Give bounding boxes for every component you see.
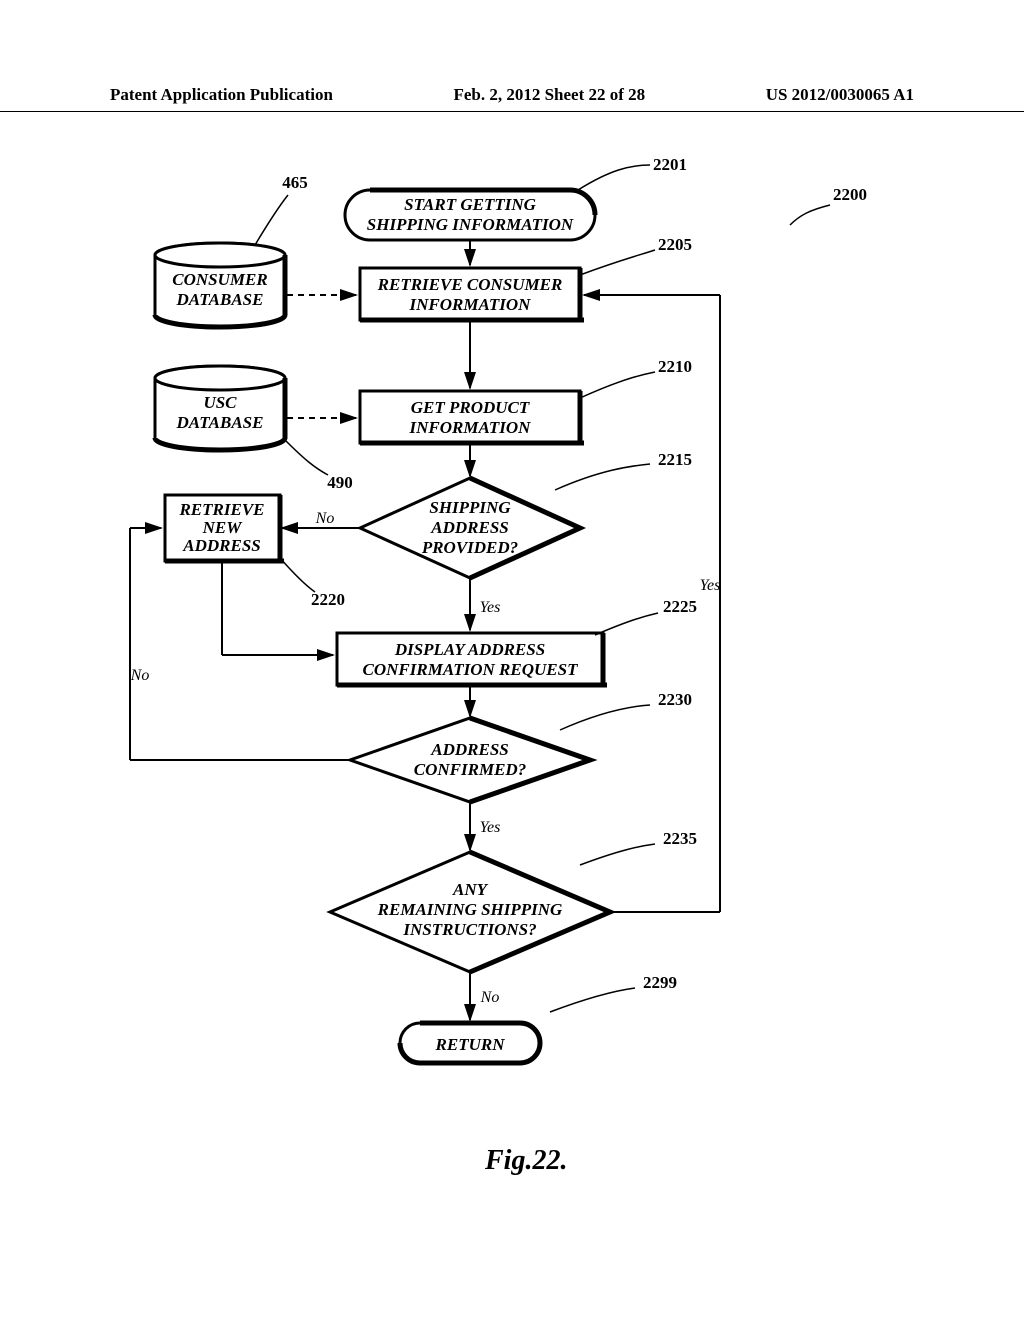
svg-text:CONFIRMATION REQUEST: CONFIRMATION REQUEST	[363, 660, 579, 679]
svg-text:ADDRESS: ADDRESS	[182, 536, 260, 555]
edge-no-1: No	[315, 510, 335, 527]
svg-text:RETRIEVE CONSUMER: RETRIEVE CONSUMER	[377, 275, 563, 294]
ref-2215: 2215	[658, 450, 692, 469]
svg-text:ADDRESS: ADDRESS	[430, 518, 508, 537]
node-retrieve-consumer: RETRIEVE CONSUMER INFORMATION	[360, 268, 584, 320]
ref-2200: 2200	[833, 185, 867, 204]
node-consumer-db: CONSUMER DATABASE	[155, 243, 285, 327]
edge-yes-2: Yes	[480, 819, 501, 836]
ref-2201: 2201	[653, 155, 687, 174]
svg-text:RETRIEVE: RETRIEVE	[178, 500, 264, 519]
header-center: Feb. 2, 2012 Sheet 22 of 28	[453, 85, 645, 105]
node-usc-db: USC DATABASE	[155, 366, 285, 450]
header-left: Patent Application Publication	[110, 85, 333, 105]
ref-2299: 2299	[643, 973, 677, 992]
header-right: US 2012/0030065 A1	[766, 85, 914, 105]
node-address-confirmed: ADDRESS CONFIRMED?	[350, 718, 590, 802]
edge-no-2: No	[130, 667, 150, 684]
svg-text:SHIPPING INFORMATION: SHIPPING INFORMATION	[367, 215, 574, 234]
figure-caption: Fig.22.	[485, 1145, 567, 1177]
svg-text:USC: USC	[203, 393, 237, 412]
node-display-confirmation: DISPLAY ADDRESS CONFIRMATION REQUEST	[337, 633, 607, 685]
svg-text:NEW: NEW	[202, 518, 244, 537]
svg-text:DISPLAY ADDRESS: DISPLAY ADDRESS	[394, 640, 545, 659]
svg-text:RETURN: RETURN	[435, 1035, 506, 1054]
svg-text:PROVIDED?: PROVIDED?	[421, 538, 518, 557]
node-retrieve-new-address: RETRIEVE NEW ADDRESS	[165, 495, 284, 561]
svg-text:DATABASE: DATABASE	[176, 413, 264, 432]
ref-2220: 2220	[311, 590, 345, 609]
edge-yes-3: Yes	[700, 577, 721, 594]
edge-no-3: No	[480, 989, 500, 1006]
svg-text:ANY: ANY	[452, 880, 489, 899]
svg-text:SHIPPING: SHIPPING	[429, 498, 511, 517]
edge-yes-1: Yes	[480, 599, 501, 616]
node-shipping-provided: SHIPPING ADDRESS PROVIDED?	[360, 478, 580, 578]
svg-text:START GETTING: START GETTING	[404, 195, 536, 214]
svg-text:CONFIRMED?: CONFIRMED?	[414, 760, 526, 779]
ref-465: 465	[282, 173, 308, 192]
svg-text:INFORMATION: INFORMATION	[409, 295, 532, 314]
node-start: START GETTING SHIPPING INFORMATION	[345, 190, 595, 240]
ref-2225: 2225	[663, 597, 697, 616]
node-remaining-instructions: ANY REMAINING SHIPPING INSTRUCTIONS?	[330, 852, 610, 972]
svg-text:ADDRESS: ADDRESS	[430, 740, 508, 759]
ref-2205: 2205	[658, 235, 692, 254]
svg-text:INFORMATION: INFORMATION	[409, 418, 532, 437]
svg-text:GET PRODUCT: GET PRODUCT	[411, 398, 530, 417]
svg-text:INSTRUCTIONS?: INSTRUCTIONS?	[402, 920, 536, 939]
flowchart-diagram: START GETTING SHIPPING INFORMATION 2201 …	[90, 150, 930, 1210]
ref-490: 490	[327, 473, 353, 492]
svg-text:DATABASE: DATABASE	[176, 290, 264, 309]
svg-text:CONSUMER: CONSUMER	[172, 270, 267, 289]
ref-2230: 2230	[658, 690, 692, 709]
node-return: RETURN	[400, 1023, 540, 1063]
svg-text:REMAINING SHIPPING: REMAINING SHIPPING	[377, 900, 563, 919]
ref-2210: 2210	[658, 357, 692, 376]
ref-2235: 2235	[663, 829, 697, 848]
node-get-product: GET PRODUCT INFORMATION	[360, 391, 584, 443]
